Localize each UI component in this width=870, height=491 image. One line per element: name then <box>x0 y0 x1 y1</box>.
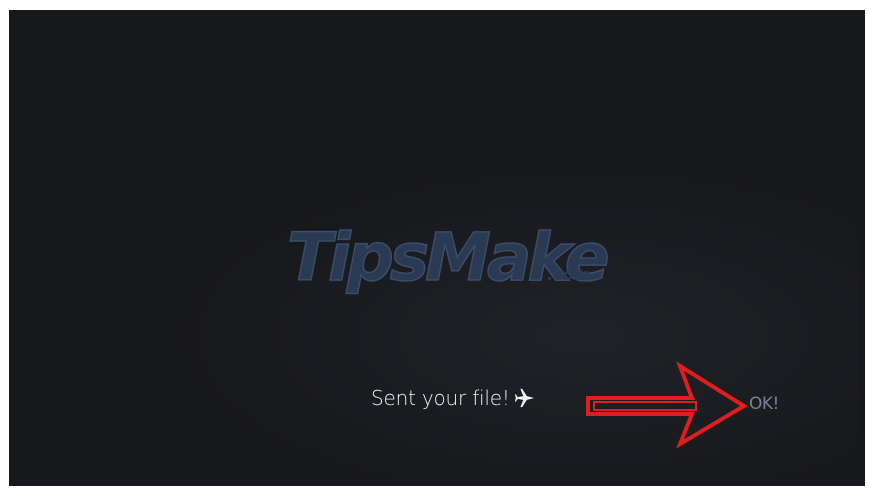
app-screen: TipsMake .com Sent your file! OK! <box>9 10 865 486</box>
red-arrow-icon <box>584 360 754 450</box>
toast-message: Sent your file! <box>371 386 510 410</box>
ok-button[interactable]: OK! <box>749 394 779 414</box>
svg-text:.com: .com <box>547 265 590 284</box>
toast-notification: Sent your file! <box>371 384 536 412</box>
tipsmake-watermark-logo: TipsMake .com <box>279 208 609 308</box>
airplane-icon <box>514 387 536 409</box>
svg-text:TipsMake: TipsMake <box>287 219 608 296</box>
